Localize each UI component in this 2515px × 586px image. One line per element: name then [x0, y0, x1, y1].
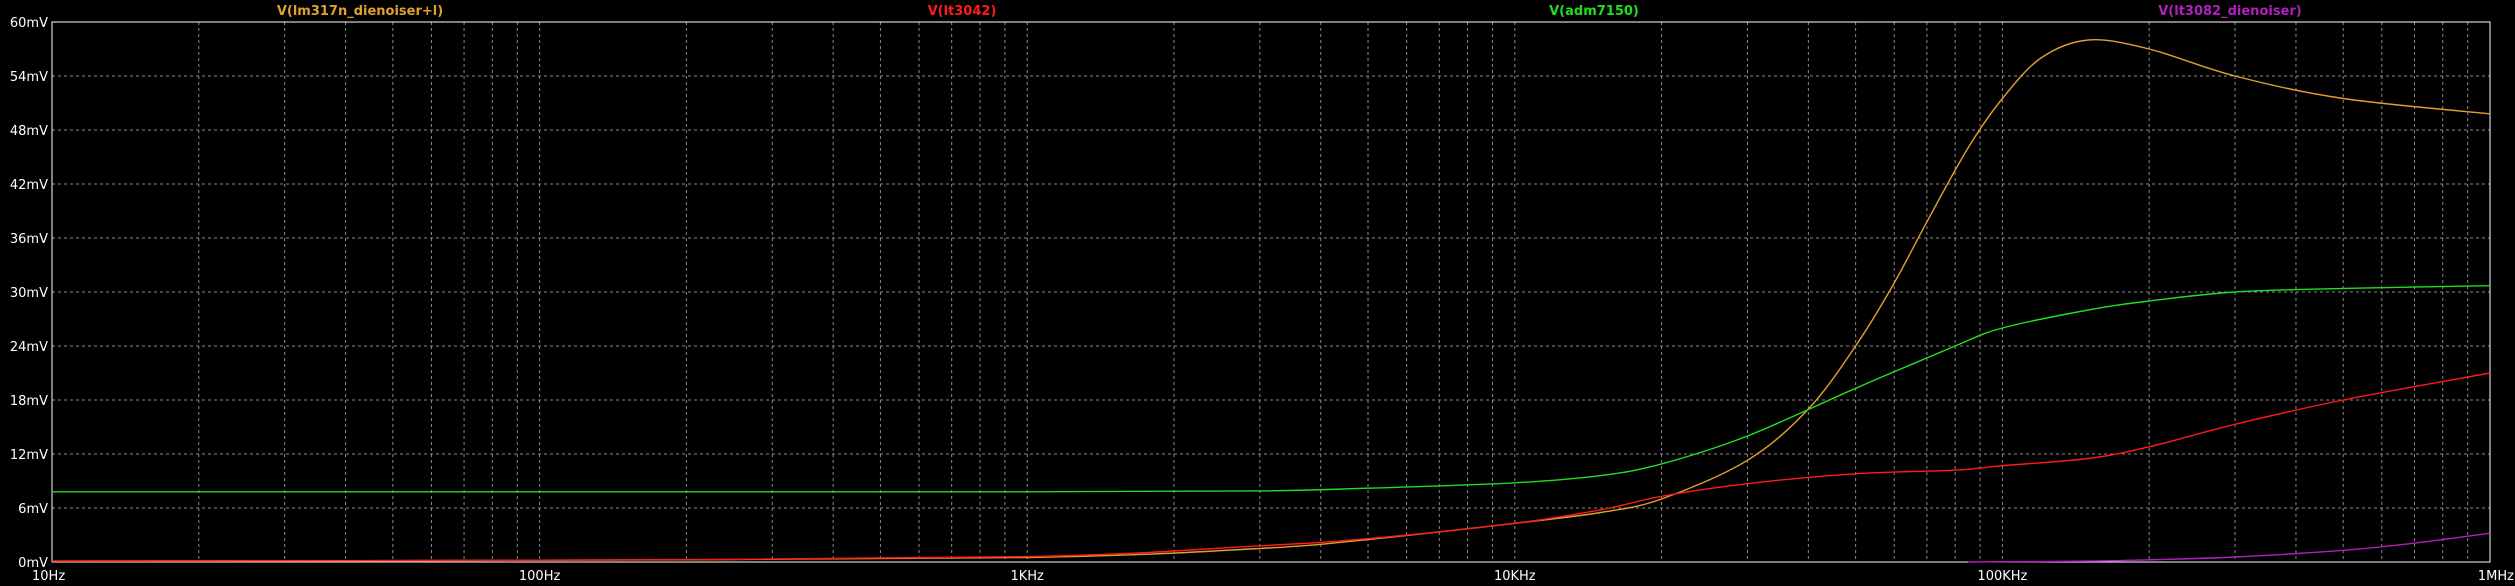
series-line-v-lm317n-dienoiser-l[interactable]: [51, 39, 2491, 562]
axes-layer: 0mV6mV12mV18mV24mV30mV36mV42mV48mV54mV60…: [10, 16, 2514, 584]
y-tick-label: 60mV: [10, 16, 48, 31]
legend-entry-v-lt3042[interactable]: V(lt3042): [928, 4, 997, 19]
x-tick-label: 1MHz: [2478, 569, 2514, 584]
y-tick-label: 54mV: [10, 70, 48, 85]
y-tick-label: 36mV: [10, 232, 48, 247]
x-tick-label: 1KHz: [1010, 569, 1044, 584]
legend-entry-v-lt3082-dienoiser[interactable]: V(lt3082_dienoiser): [2158, 4, 2301, 19]
legend-layer[interactable]: V(lm317n_dienoiser+l) V(lt3042) V(adm7150)…: [277, 4, 2302, 19]
y-tick-label: 18mV: [10, 394, 48, 409]
x-tick-label: 10Hz: [32, 569, 65, 584]
legend-entry-v-lm317n-dienoiser-l[interactable]: V(lm317n_dienoiser+l): [277, 4, 443, 19]
x-tick-label: 100Hz: [519, 569, 561, 584]
y-tick-label: 42mV: [10, 178, 48, 193]
series-layer[interactable]: [51, 39, 2491, 563]
y-tick-label: 6mV: [18, 502, 48, 517]
x-tick-label: 100KHz: [1977, 569, 2027, 584]
y-tick-label: 12mV: [10, 448, 48, 463]
grid-layer: [52, 22, 2490, 562]
chart-container: 0mV 6mV 12mV 18mV 24mV 30mV 36mV 42mV 48mV 54mV 60…: [0, 0, 2515, 586]
x-tick-label: 10KHz: [1494, 569, 1536, 584]
y-tick-label: 30mV: [10, 286, 48, 301]
series-line-v-adm7150[interactable]: [52, 285, 2491, 493]
series-line-v-lt3042[interactable]: [51, 372, 2491, 562]
y-tick-label: 24mV: [10, 340, 48, 355]
y-tick-label: 48mV: [10, 124, 48, 139]
chart-svg: 0mV6mV12mV18mV24mV30mV36mV42mV48mV54mV60…: [10, 4, 2514, 584]
legend-entry-v-adm7150[interactable]: V(adm7150): [1549, 4, 1639, 19]
series-line-v-lt3082-dienoiser[interactable]: [1967, 532, 2491, 563]
